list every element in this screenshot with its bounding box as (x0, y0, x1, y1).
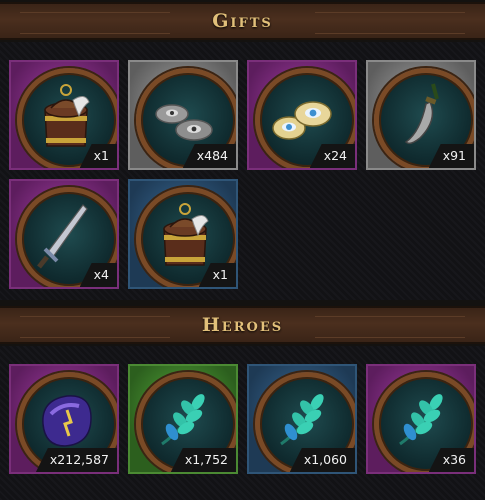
heroes-title: Heroes (201, 314, 284, 336)
gifts-grid: x1 x484 x24 x91 x4 x1 (0, 42, 485, 300)
gifts-header: Gifts (0, 2, 485, 40)
gift-slot-chest-blue[interactable]: x1 (128, 179, 238, 289)
gift-slot-chest[interactable]: x1 (9, 60, 119, 170)
gift-slot-dagger[interactable]: x91 (366, 60, 476, 170)
hero-slot-laurel-purple[interactable]: x36 (366, 364, 476, 474)
heroes-header: Heroes (0, 306, 485, 344)
hero-slot-gem[interactable]: x212,587 (9, 364, 119, 474)
hero-slot-laurel-blue[interactable]: x1,060 (247, 364, 357, 474)
item-quantity: x212,587 (35, 448, 117, 472)
gift-slot-silver-coins[interactable]: x484 (128, 60, 238, 170)
heroes-grid: x212,587 x1,752 x1,060 x36 (0, 346, 485, 500)
gift-slot-sword[interactable]: x4 (9, 179, 119, 289)
gift-slot-gold-coins[interactable]: x24 (247, 60, 357, 170)
gifts-title: Gifts (212, 10, 273, 32)
hero-slot-laurel-green[interactable]: x1,752 (128, 364, 238, 474)
